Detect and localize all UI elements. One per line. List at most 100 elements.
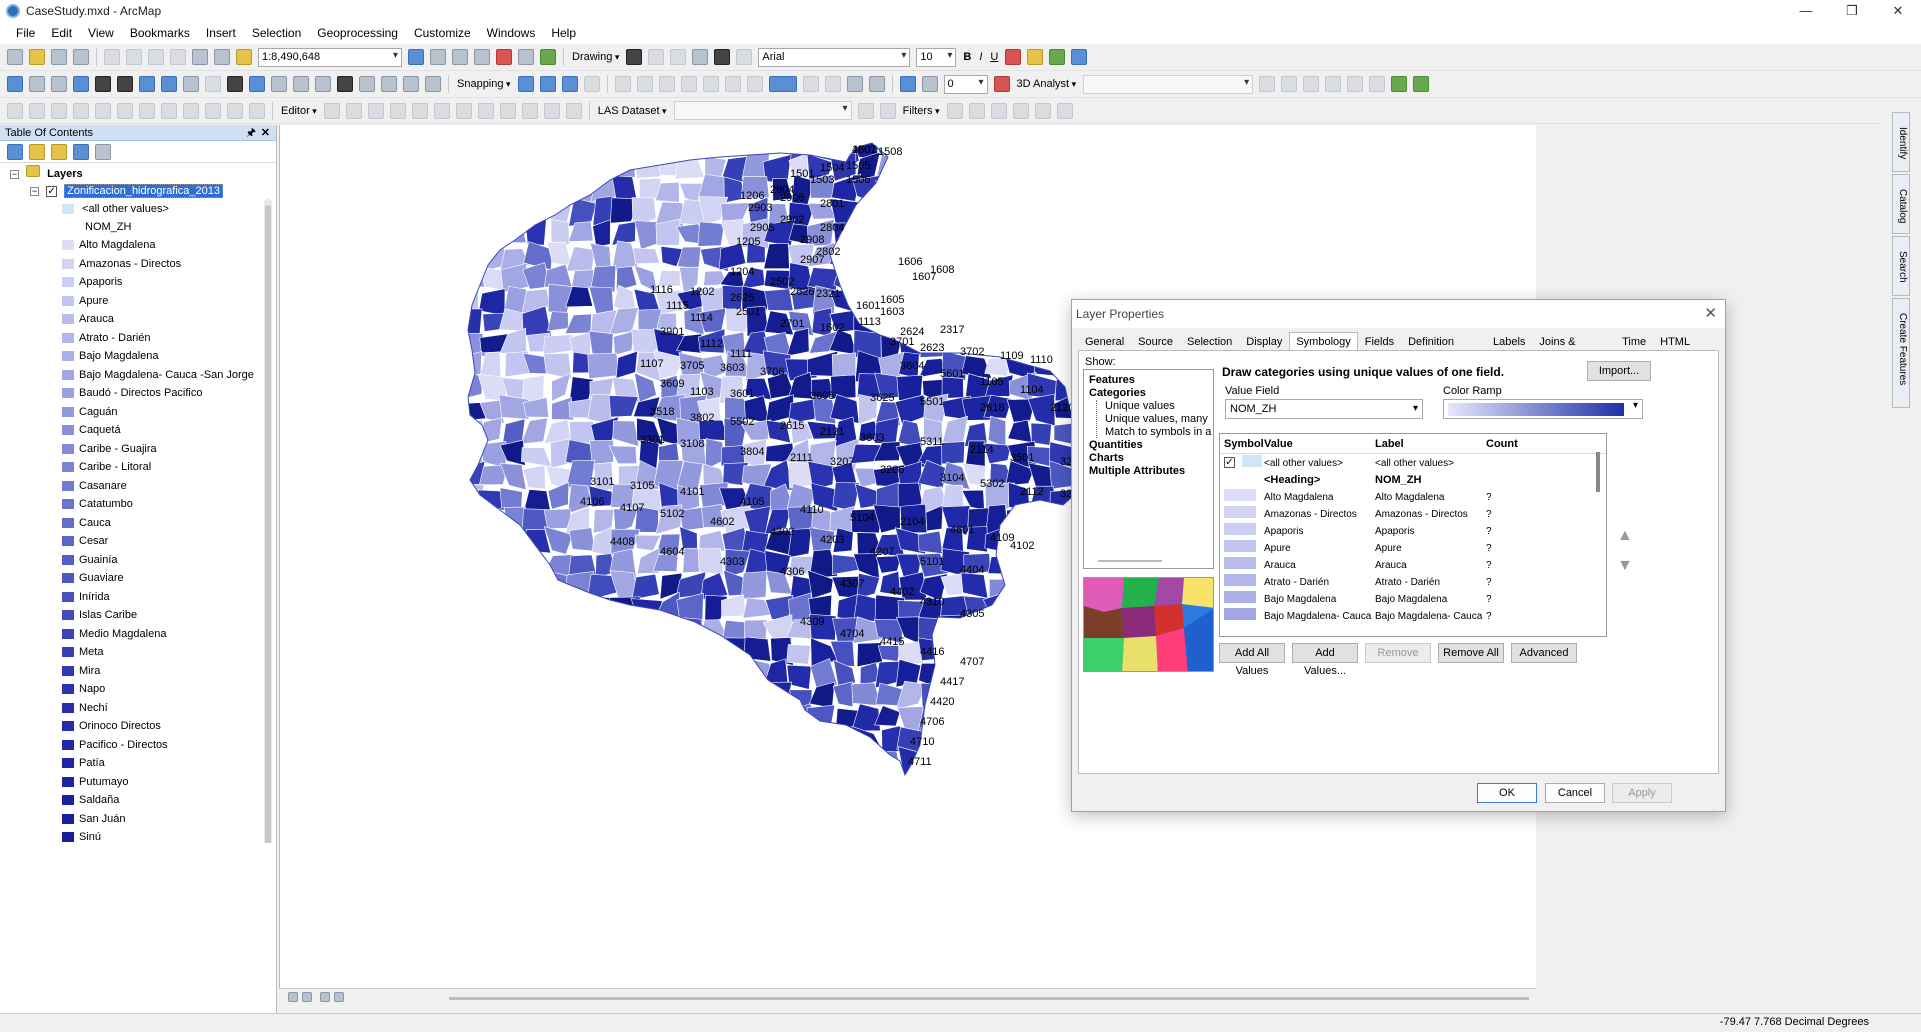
legend-swatch[interactable] — [62, 406, 74, 417]
hydro-zone[interactable] — [680, 725, 706, 752]
hydro-zone[interactable] — [765, 703, 793, 731]
hydro-zone[interactable] — [543, 686, 575, 707]
hydro-zone[interactable] — [984, 177, 1013, 197]
hydro-zone[interactable] — [631, 573, 660, 601]
analyst-icon-3[interactable] — [1303, 76, 1320, 92]
hydro-zone[interactable] — [505, 550, 526, 581]
move-down-icon[interactable]: ▼ — [1617, 551, 1633, 581]
edit-vertices-icon[interactable] — [736, 49, 753, 65]
layout-view-icon[interactable] — [302, 992, 312, 1002]
hydro-zone[interactable] — [988, 644, 1011, 661]
hydro-zone[interactable] — [526, 702, 552, 733]
hydro-zone[interactable] — [1030, 771, 1053, 797]
hydro-zone[interactable] — [456, 529, 483, 559]
hydro-zone[interactable] — [1026, 641, 1053, 662]
add-values-button[interactable]: Add Values... — [1292, 643, 1358, 677]
hydro-zone[interactable] — [1011, 131, 1032, 159]
hydro-zone[interactable] — [873, 771, 901, 799]
hydro-zone[interactable] — [808, 681, 836, 709]
trace-icon[interactable] — [389, 102, 406, 119]
hydro-zone[interactable] — [587, 352, 620, 379]
tab-definition-query[interactable]: Definition Query — [1401, 332, 1486, 366]
select-elements-icon[interactable] — [626, 49, 643, 65]
show-unique-values-many[interactable]: Unique values, many — [1105, 413, 1208, 425]
pause-drawing-icon[interactable] — [334, 992, 344, 1002]
edge-snapping-icon[interactable] — [583, 76, 600, 92]
hydro-zone[interactable] — [652, 684, 683, 711]
hydro-zone[interactable] — [524, 549, 550, 579]
hydro-zone[interactable] — [941, 747, 971, 778]
hydro-zone[interactable] — [939, 152, 972, 179]
show-match-to-symbols[interactable]: Match to symbols in a — [1105, 426, 1211, 438]
filters-menu[interactable]: Filters — [903, 105, 940, 117]
vertex-snapping-icon[interactable] — [561, 76, 578, 92]
show-charts[interactable]: Charts — [1089, 452, 1124, 464]
hydro-zone[interactable] — [968, 749, 989, 777]
hydro-zone[interactable] — [593, 661, 613, 687]
catalog-tab[interactable]: Catalog — [1892, 174, 1910, 234]
show-features[interactable]: Features — [1089, 374, 1135, 386]
las-dataset-combo[interactable] — [673, 101, 852, 120]
hydro-zone[interactable] — [984, 195, 1013, 227]
hydro-zone[interactable] — [853, 266, 883, 289]
legend-swatch[interactable] — [62, 425, 74, 436]
hydro-zone[interactable] — [456, 636, 480, 668]
legend-swatch[interactable] — [62, 499, 74, 510]
hydro-zone[interactable] — [941, 239, 969, 265]
hydro-zone[interactable] — [941, 484, 964, 509]
hydro-zone[interactable] — [1070, 201, 1100, 223]
edit-vertices-tool-icon[interactable] — [411, 102, 428, 119]
hydro-zone[interactable] — [588, 617, 618, 645]
legend-item[interactable]: Cauca — [62, 515, 111, 531]
toc-scroll-thumb[interactable] — [265, 205, 271, 843]
legend-item[interactable]: Meta — [62, 644, 103, 660]
hydro-zone[interactable] — [459, 483, 485, 514]
bold-button[interactable]: B — [963, 51, 971, 63]
georef-tool-8[interactable] — [161, 102, 177, 119]
hydro-zone[interactable] — [635, 774, 658, 800]
menu-windows[interactable]: Windows — [479, 22, 544, 44]
back-extent-icon[interactable] — [139, 76, 155, 92]
legend-item[interactable]: Arauca — [62, 311, 114, 327]
legend-swatch[interactable] — [62, 554, 74, 565]
value-row[interactable]: Amazonas - Directos Amazonas - Directos? — [1220, 506, 1600, 523]
hydro-zone[interactable] — [457, 419, 487, 447]
hydro-zone[interactable] — [588, 771, 620, 797]
hydro-zone[interactable] — [653, 618, 682, 646]
hydro-zone[interactable] — [612, 703, 634, 732]
legend-swatch[interactable] — [62, 684, 74, 695]
close-button[interactable]: ✕ — [1875, 0, 1921, 22]
hydro-zone[interactable] — [875, 180, 901, 206]
hydro-zone[interactable] — [655, 638, 685, 669]
georef-icon-3[interactable] — [658, 76, 675, 92]
hydro-zone[interactable] — [457, 704, 488, 734]
hydro-zone[interactable] — [854, 768, 877, 798]
hydro-zone[interactable] — [1028, 747, 1060, 773]
find-route-icon[interactable] — [359, 76, 375, 92]
hydro-zone[interactable] — [942, 415, 969, 444]
hydro-zone[interactable] — [522, 751, 553, 774]
hydro-zone[interactable] — [944, 767, 965, 794]
hydro-zone[interactable] — [634, 636, 656, 668]
hydro-zone[interactable] — [655, 218, 681, 246]
hydro-zone[interactable] — [764, 747, 795, 774]
find-icon[interactable] — [337, 76, 353, 92]
las-icon-5[interactable] — [990, 102, 1007, 119]
hydro-zone[interactable] — [500, 710, 524, 732]
legend-swatch[interactable] — [62, 462, 74, 473]
hydro-zone[interactable] — [806, 704, 836, 732]
hydro-zone[interactable] — [1028, 159, 1057, 182]
hydro-zone[interactable] — [480, 221, 509, 244]
legend-swatch[interactable] — [62, 480, 74, 491]
georef-icon-1[interactable] — [614, 76, 631, 92]
hydro-zone[interactable] — [832, 482, 860, 513]
hydro-zone[interactable] — [522, 464, 546, 490]
hydro-zone[interactable] — [458, 556, 487, 578]
measure-icon[interactable] — [315, 76, 331, 92]
attributes-icon[interactable] — [521, 102, 538, 119]
georef-tool-2[interactable] — [29, 102, 45, 119]
hydro-zone[interactable] — [460, 657, 485, 687]
search-window-icon[interactable] — [474, 49, 490, 65]
layer-icon[interactable] — [921, 76, 938, 92]
all-other-values-row[interactable]: <all other values> — [62, 201, 169, 217]
